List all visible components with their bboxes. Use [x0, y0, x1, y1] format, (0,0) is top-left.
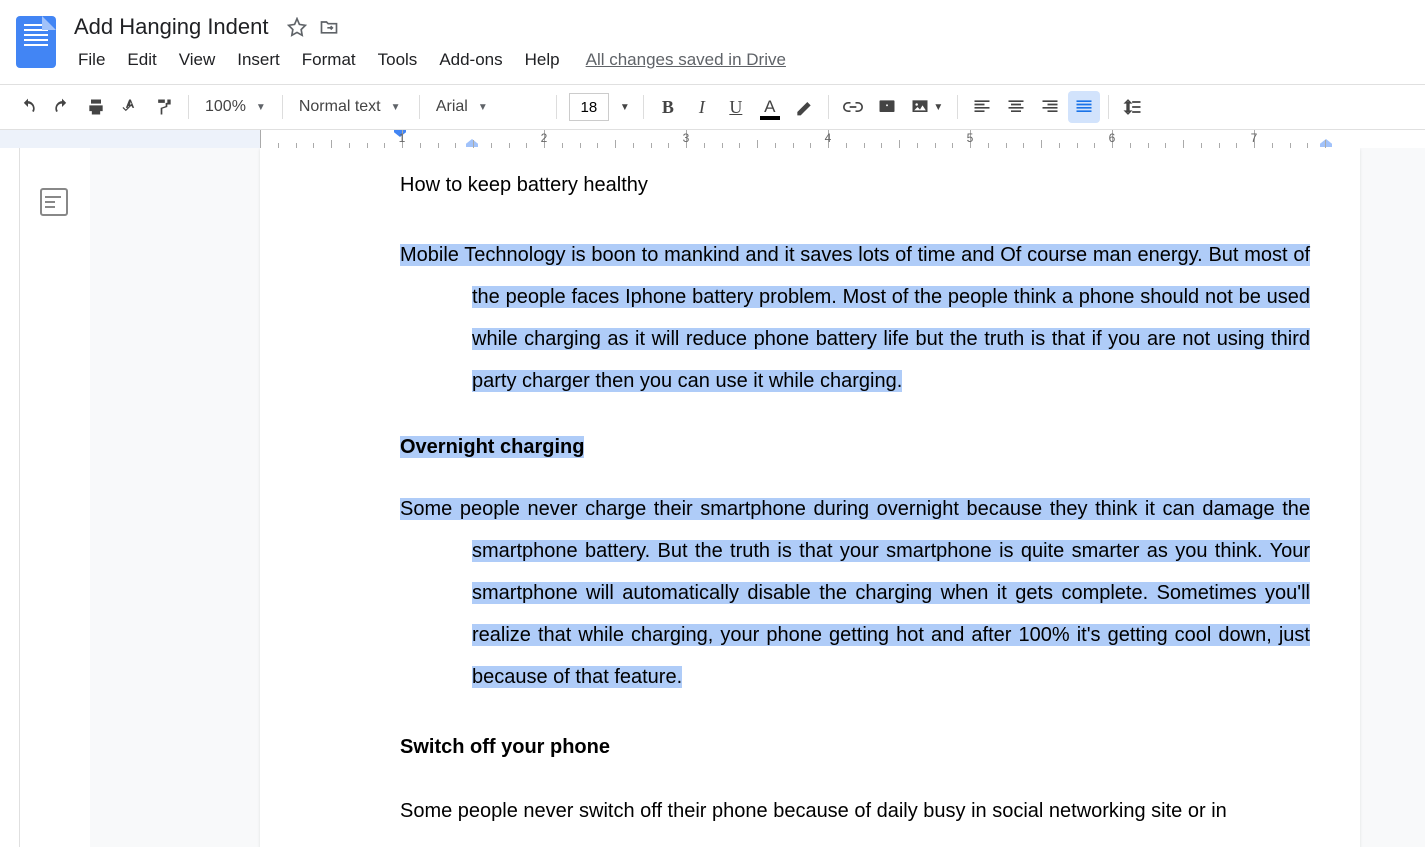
- print-button[interactable]: [80, 91, 112, 123]
- insert-link-button[interactable]: [837, 91, 869, 123]
- menu-addons[interactable]: Add-ons: [429, 46, 512, 74]
- highlight-button[interactable]: [788, 91, 820, 123]
- title-line[interactable]: How to keep battery healthy: [400, 164, 1310, 206]
- document-canvas[interactable]: How to keep battery healthy Mobile Techn…: [90, 148, 1425, 847]
- underline-button[interactable]: U: [720, 91, 752, 123]
- line-spacing-button[interactable]: [1117, 91, 1149, 123]
- horizontal-ruler[interactable]: 1234567: [260, 130, 1425, 148]
- toolbar-separator: [419, 95, 420, 119]
- font-size-dropdown[interactable]: ▼: [615, 91, 635, 123]
- align-left-button[interactable]: [966, 91, 998, 123]
- heading-switch-off[interactable]: Switch off your phone: [400, 726, 1310, 768]
- spellcheck-button[interactable]: [114, 91, 146, 123]
- save-status[interactable]: All changes saved in Drive: [586, 50, 786, 70]
- menu-insert[interactable]: Insert: [227, 46, 290, 74]
- docs-logo-icon[interactable]: [16, 16, 56, 68]
- text-color-button[interactable]: A: [754, 91, 786, 123]
- paragraph-2[interactable]: Some people never charge their smartphon…: [400, 488, 1310, 698]
- right-indent-marker[interactable]: [1320, 139, 1332, 147]
- zoom-select[interactable]: 100%▼: [197, 94, 274, 120]
- menu-tools[interactable]: Tools: [368, 46, 428, 74]
- toolbar-separator: [957, 95, 958, 119]
- bold-button[interactable]: B: [652, 91, 684, 123]
- menu-bar: File Edit View Insert Format Tools Add-o…: [68, 44, 1417, 84]
- move-to-folder-icon[interactable]: [319, 17, 339, 37]
- toolbar-separator: [282, 95, 283, 119]
- ruler-container: 1234567: [0, 130, 1425, 148]
- redo-button[interactable]: [46, 91, 78, 123]
- vertical-ruler: [0, 148, 20, 847]
- heading-overnight[interactable]: Overnight charging: [400, 426, 1310, 468]
- toolbar-separator: [1108, 95, 1109, 119]
- menu-view[interactable]: View: [169, 46, 226, 74]
- app-header: Add Hanging Indent File Edit View Insert…: [0, 0, 1425, 85]
- menu-format[interactable]: Format: [292, 46, 366, 74]
- workspace: How to keep battery healthy Mobile Techn…: [0, 148, 1425, 847]
- toolbar-separator: [556, 95, 557, 119]
- font-select[interactable]: Arial▼: [428, 94, 548, 120]
- align-right-button[interactable]: [1034, 91, 1066, 123]
- insert-comment-button[interactable]: [871, 91, 903, 123]
- insert-image-button[interactable]: ▼: [905, 91, 949, 123]
- document-outline-icon[interactable]: [40, 188, 68, 216]
- document-title[interactable]: Add Hanging Indent: [68, 12, 275, 42]
- toolbar-separator: [828, 95, 829, 119]
- toolbar: 100%▼ Normal text▼ Arial▼ ▼ B I U A ▼: [0, 85, 1425, 130]
- align-justify-button[interactable]: [1068, 91, 1100, 123]
- paragraph-1[interactable]: Mobile Technology is boon to mankind and…: [400, 234, 1310, 402]
- toolbar-separator: [643, 95, 644, 119]
- paint-format-button[interactable]: [148, 91, 180, 123]
- style-select[interactable]: Normal text▼: [291, 94, 411, 120]
- undo-button[interactable]: [12, 91, 44, 123]
- toolbar-separator: [188, 95, 189, 119]
- italic-button[interactable]: I: [686, 91, 718, 123]
- paragraph-3[interactable]: Some people never switch off their phone…: [400, 790, 1310, 832]
- hanging-indent-marker[interactable]: [466, 139, 478, 147]
- align-center-button[interactable]: [1000, 91, 1032, 123]
- star-icon[interactable]: [287, 17, 307, 37]
- menu-edit[interactable]: Edit: [117, 46, 166, 74]
- font-size-input[interactable]: [569, 93, 609, 121]
- document-page[interactable]: How to keep battery healthy Mobile Techn…: [260, 148, 1360, 847]
- outline-panel: [20, 148, 90, 847]
- menu-help[interactable]: Help: [515, 46, 570, 74]
- menu-file[interactable]: File: [68, 46, 115, 74]
